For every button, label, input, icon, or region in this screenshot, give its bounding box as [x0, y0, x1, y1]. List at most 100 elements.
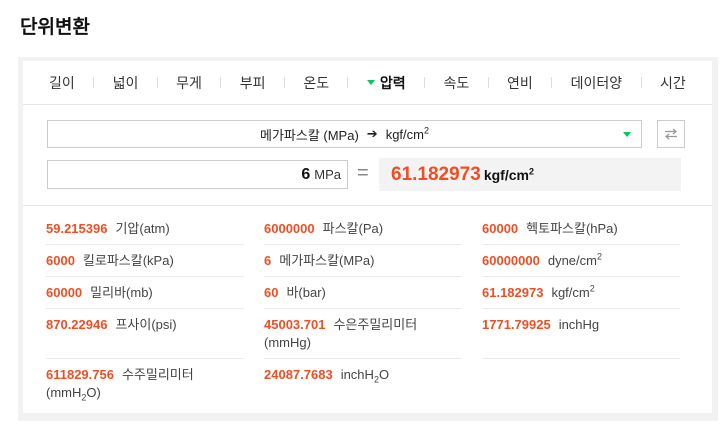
- result-unit-name: dyne/cm2: [547, 251, 602, 268]
- swap-icon: [664, 128, 678, 140]
- tab-label: 압력: [379, 74, 406, 91]
- unit-pair-select[interactable]: 메가파스칼 (MPa) ➔ kgf/cm2: [47, 120, 642, 148]
- result-cell: 61.182973 kgf/cm2: [482, 277, 680, 309]
- result-value: 59.215396: [46, 221, 108, 236]
- tab-9[interactable]: 시간: [660, 73, 686, 93]
- result-cell: 1771.79925 inchHg: [482, 309, 680, 359]
- tab-separator: [487, 77, 489, 88]
- result-value: 6: [264, 253, 272, 268]
- result-unit-name: 헥토파스칼(hPa): [526, 221, 618, 236]
- result-cell: [482, 359, 680, 408]
- result-unit-name: kgf/cm2: [551, 283, 595, 300]
- tab-separator: [347, 77, 349, 88]
- unit-converter-page: 단위변환 길이 넓이 무게 부피 온도 압력 속도 연비 데이터양 시간 메가파스칼 (MPa) …: [0, 0, 727, 428]
- tab-label: 무게: [176, 74, 202, 91]
- input-unit: MPa: [314, 167, 341, 182]
- tab-5[interactable]: 압력: [366, 73, 406, 93]
- tab-label: 데이터양: [570, 74, 623, 91]
- result-unit-name: inchH2O: [340, 367, 390, 385]
- result-value: 611829.756: [46, 367, 114, 382]
- result-unit-name: inchHg: [558, 317, 600, 332]
- tab-2[interactable]: 무게: [176, 73, 202, 93]
- result-unit-name: 파스칼(Pa): [322, 221, 384, 236]
- result-value: 6000000: [264, 221, 315, 236]
- result-cell: 870.22946 프사이(psi): [46, 309, 244, 359]
- result-value: 60000: [482, 221, 519, 236]
- tab-label: 속도: [443, 74, 470, 91]
- results-grid: 59.215396 기압(atm) 6000000 파스칼(Pa) 60000 헥토파스칼…: [46, 213, 688, 408]
- result-unit-name: 기압(atm): [115, 221, 170, 236]
- tab-label: 시간: [659, 74, 686, 91]
- tab-label: 온도: [303, 74, 330, 91]
- arrow-right-icon: ➔: [366, 126, 378, 141]
- results-row: 611829.756 수주밀리미터 (mmH2O) 24087.7683 inchH2O: [46, 359, 688, 408]
- result-value: 61.182973: [391, 163, 481, 185]
- divider: [23, 205, 712, 206]
- results-row: 59.215396 기압(atm) 6000000 파스칼(Pa) 60000 헥토파스칼…: [46, 213, 688, 245]
- tab-3[interactable]: 부피: [240, 73, 266, 93]
- result-value: 870.22946: [46, 317, 108, 332]
- swap-units-button[interactable]: [657, 120, 685, 148]
- result-value: 24087.7683: [264, 367, 333, 382]
- result-value: 60: [264, 285, 279, 300]
- converter-card: 길이 넓이 무게 부피 온도 압력 속도 연비 데이터양 시간 메가파스칼 (MPa) ➔ kgf…: [23, 61, 712, 413]
- category-tabs: 길이 넓이 무게 부피 온도 압력 속도 연비 데이터양 시간: [23, 61, 712, 105]
- result-unit-name: 킬로파스칼(kPa): [82, 253, 174, 268]
- result-box: 61.182973 kgf/cm2: [379, 158, 681, 191]
- results-row: 6000 킬로파스칼(kPa) 6 메가파스칼(MPa) 60000000 dyne/cm…: [46, 245, 688, 277]
- result-value: 60000: [46, 285, 83, 300]
- equals-sign: =: [357, 162, 369, 184]
- value-input[interactable]: 6 MPa: [47, 160, 348, 189]
- tab-1[interactable]: 넓이: [113, 73, 139, 93]
- result-value: 45003.701: [264, 317, 326, 332]
- tab-7[interactable]: 연비: [507, 73, 533, 93]
- tab-label: 연비: [507, 74, 533, 91]
- tab-label: 부피: [239, 74, 266, 91]
- result-cell: 611829.756 수주밀리미터 (mmH2O): [46, 359, 244, 408]
- result-unit-name-line2: (mmHg): [264, 335, 311, 350]
- tab-4[interactable]: 온도: [303, 73, 329, 93]
- result-cell: 59.215396 기압(atm): [46, 213, 244, 245]
- from-unit-label: 메가파스칼 (MPa): [259, 127, 359, 143]
- input-value: 6: [301, 165, 311, 183]
- active-tab-indicator-icon: [366, 79, 375, 85]
- result-cell: 60000 헥토파스칼(hPa): [482, 213, 680, 245]
- result-value: 1771.79925: [482, 317, 551, 332]
- page-title: 단위변환: [20, 17, 90, 38]
- result-unit-name: 바(bar): [286, 285, 326, 300]
- result-unit-name: 프사이(psi): [115, 317, 177, 332]
- tab-8[interactable]: 데이터양: [571, 73, 623, 93]
- tab-separator: [424, 77, 426, 88]
- result-unit-name-line2: (mmH2O): [46, 385, 101, 403]
- chevron-down-icon: [623, 132, 631, 137]
- result-value: 60000000: [482, 253, 540, 268]
- result-unit-name: 메가파스칼(MPa): [279, 253, 375, 268]
- tab-separator: [640, 77, 642, 88]
- tab-6[interactable]: 속도: [443, 73, 469, 93]
- result-unit-name: 수은주밀리미터: [333, 317, 418, 332]
- result-unit-name: 수주밀리미터: [121, 367, 194, 382]
- tab-separator: [220, 77, 222, 88]
- tab-separator: [283, 77, 285, 88]
- result-cell: 24087.7683 inchH2O: [264, 359, 462, 408]
- tab-0[interactable]: 길이: [49, 73, 75, 93]
- tab-separator: [93, 77, 95, 88]
- result-unit-name: 밀리바(mb): [90, 285, 153, 300]
- result-value: 61.182973: [482, 285, 544, 300]
- result-cell: 60 바(bar): [264, 277, 462, 309]
- result-cell: 6 메가파스칼(MPa): [264, 245, 462, 277]
- tab-separator: [551, 77, 553, 88]
- to-unit-label: kgf/cm2: [385, 125, 430, 142]
- tab-label: 넓이: [112, 74, 139, 91]
- result-cell: 60000000 dyne/cm2: [482, 245, 680, 277]
- result-value: 6000: [46, 253, 75, 268]
- results-row: 870.22946 프사이(psi) 45003.701 수은주밀리미터 (mmHg) 1…: [46, 309, 688, 359]
- result-cell: 6000 킬로파스칼(kPa): [46, 245, 244, 277]
- result-cell: 6000000 파스칼(Pa): [264, 213, 462, 245]
- tab-label: 길이: [49, 74, 75, 91]
- tab-separator: [156, 77, 158, 88]
- result-cell: 60000 밀리바(mb): [46, 277, 244, 309]
- result-cell: 45003.701 수은주밀리미터 (mmHg): [264, 309, 462, 359]
- result-unit: kgf/cm2: [483, 165, 534, 183]
- results-row: 60000 밀리바(mb) 60 바(bar) 61.182973 kgf/cm2: [46, 277, 688, 309]
